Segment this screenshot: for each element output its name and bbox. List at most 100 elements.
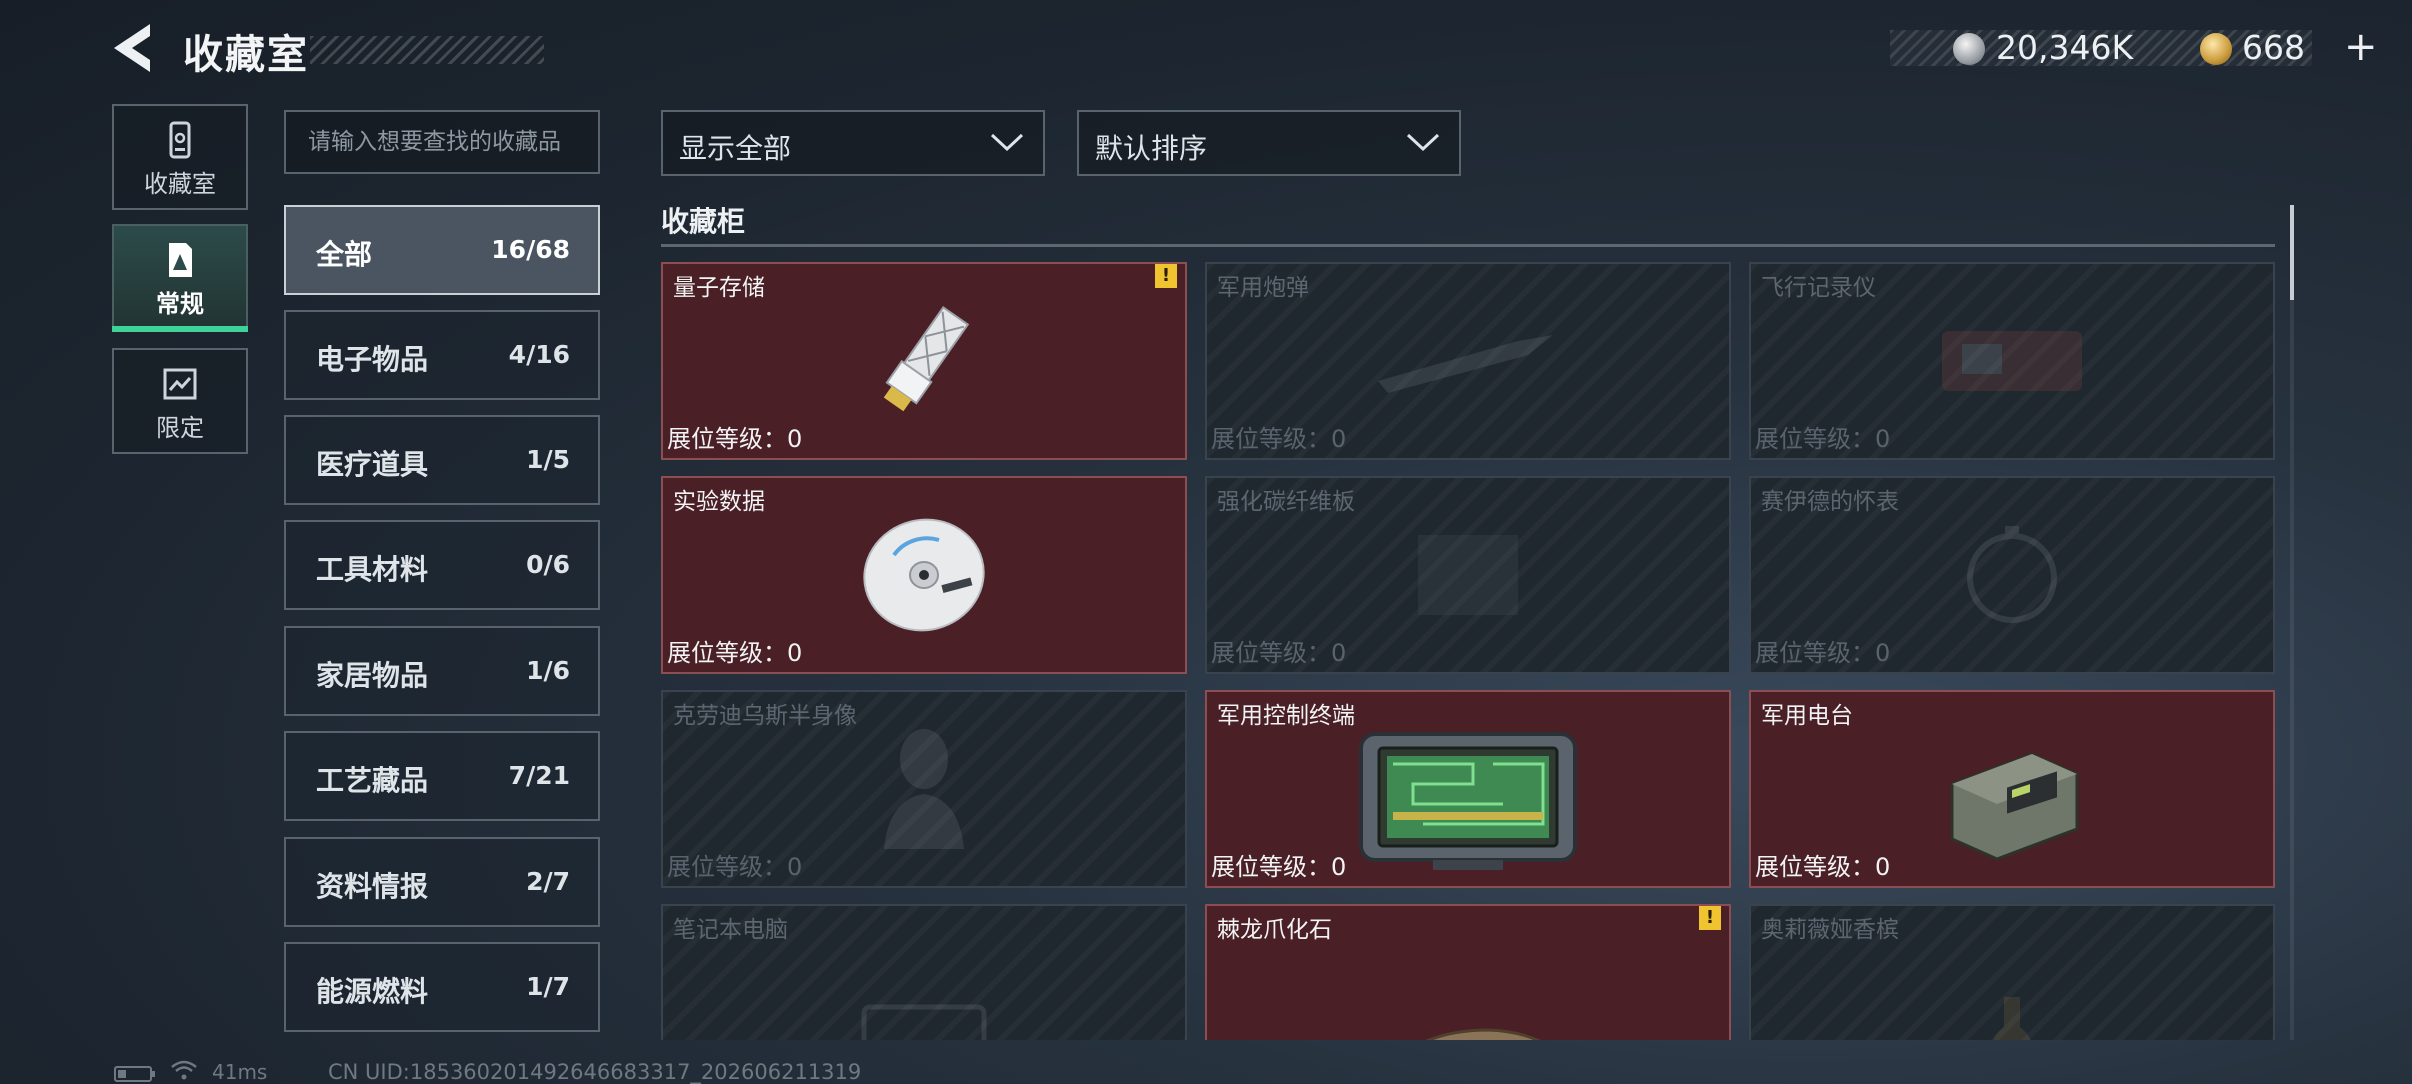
item-level: 展位等级：0 (1755, 853, 1891, 881)
trophy-cabinet-icon (169, 121, 191, 159)
title-decoration (310, 36, 544, 64)
wifi-icon (171, 1060, 197, 1080)
item-name: 棘龙爪化石 (1217, 917, 1332, 943)
item-name: 飞行记录仪 (1761, 275, 1876, 301)
category-label: 能源燃料 (316, 975, 429, 1008)
add-currency-button[interactable]: + (2344, 24, 2378, 70)
gold-coin-icon (2200, 33, 2232, 65)
item-name: 克劳迪乌斯半身像 (673, 703, 857, 729)
item-name: 赛伊德的怀表 (1761, 489, 1899, 515)
item-level: 展位等级：0 (1211, 853, 1347, 881)
category-household[interactable]: 家居物品 1/6 (284, 626, 600, 716)
item-name: 笔记本电脑 (673, 917, 788, 943)
category-label: 资料情报 (316, 870, 429, 903)
nav-tab-regular[interactable]: 常规 (112, 224, 248, 330)
regular-collection-icon (169, 243, 192, 277)
page-title: 收藏室 (183, 32, 309, 78)
item-name: 军用炮弹 (1217, 275, 1309, 301)
category-tools[interactable]: 工具材料 0/6 (284, 520, 600, 610)
category-count: 1/5 (526, 445, 570, 474)
category-count: 4/16 (508, 340, 570, 369)
filter-dropdown-value: 显示全部 (679, 132, 792, 165)
military-radio-icon (1950, 752, 2079, 861)
category-crafts[interactable]: 工艺藏品 7/21 (284, 731, 600, 821)
limited-collection-icon (163, 368, 197, 400)
nav-tab-collection-room[interactable]: 收藏室 (112, 104, 248, 210)
category-energy[interactable]: 能源燃料 1/7 (284, 942, 600, 1032)
collection-item-artillery-shell[interactable]: 军用炮弹 展位等级：0 (1205, 262, 1731, 460)
item-level: 展位等级：0 (667, 853, 803, 881)
alert-icon: ! (1155, 264, 1177, 288)
item-level: 展位等级：0 (1755, 425, 1891, 453)
collection-item-military-terminal[interactable]: 军用控制终端 展位等级：0 (1205, 690, 1731, 888)
category-label: 工具材料 (316, 553, 429, 586)
disc-icon (863, 518, 985, 632)
filter-dropdown[interactable]: 显示全部 (661, 110, 1045, 176)
item-level: 展位等级：0 (1211, 425, 1347, 453)
category-count: 7/21 (508, 761, 570, 790)
category-label: 全部 (316, 238, 373, 271)
category-intel[interactable]: 资料情报 2/7 (284, 837, 600, 927)
category-count: 1/7 (526, 972, 570, 1001)
silver-coin-icon (1953, 33, 1985, 65)
category-label: 电子物品 (316, 343, 429, 376)
collection-item-spinosaurus-claw[interactable]: 棘龙爪化石 ! (1205, 904, 1731, 1040)
gold-currency-value: 668 (2242, 28, 2305, 67)
item-level: 展位等级：0 (667, 425, 803, 453)
category-all[interactable]: 全部 16/68 (284, 205, 600, 295)
item-name: 实验数据 (673, 489, 765, 515)
carbon-plate-icon (1418, 535, 1518, 615)
flight-recorder-icon (1942, 331, 2082, 391)
scrollbar-track[interactable] (2290, 205, 2294, 1040)
laptop-icon (861, 1004, 987, 1040)
search-input[interactable] (286, 112, 598, 172)
champagne-icon (1993, 996, 2031, 1040)
active-tab-indicator (112, 326, 248, 332)
silver-currency-value: 20,346K (1996, 28, 2134, 67)
category-medical[interactable]: 医疗道具 1/5 (284, 415, 600, 505)
battery-icon (114, 1066, 155, 1082)
item-name: 奥莉薇娅香槟 (1761, 917, 1899, 943)
collection-item-claudius-bust[interactable]: 克劳迪乌斯半身像 展位等级：0 (661, 690, 1187, 888)
ping-text: 41ms (212, 1060, 268, 1084)
scrollbar-thumb[interactable] (2290, 205, 2294, 300)
collection-item-pocket-watch[interactable]: 赛伊德的怀表 展位等级：0 (1749, 476, 2275, 674)
category-label: 家居物品 (316, 659, 429, 692)
back-arrow-icon[interactable] (110, 22, 158, 74)
collection-item-military-radio[interactable]: 军用电台 展位等级：0 (1749, 690, 2275, 888)
collection-item-olivia-champagne[interactable]: 奥莉薇娅香槟 (1749, 904, 2275, 1040)
collection-item-quantum-storage[interactable]: 量子存储 ! 展位等级：0 (661, 262, 1187, 460)
nav-tab-label: 常规 (156, 290, 204, 318)
item-level: 展位等级：0 (1755, 639, 1891, 667)
item-name: 军用控制终端 (1217, 703, 1355, 729)
collection-item-flight-recorder[interactable]: 飞行记录仪 展位等级：0 (1749, 262, 2275, 460)
uid-text: CN UID:18536020149264​6683317_2026062113… (328, 1060, 862, 1084)
control-terminal-icon (1359, 731, 1577, 870)
sort-dropdown[interactable]: 默认排序 (1077, 110, 1461, 176)
category-electronics[interactable]: 电子物品 4/16 (284, 310, 600, 400)
collection-item-experiment-data[interactable]: 实验数据 展位等级：0 (661, 476, 1187, 674)
section-divider (661, 244, 2275, 247)
chevron-down-icon (1406, 133, 1440, 152)
usb-drive-icon (883, 305, 970, 412)
item-name: 军用电台 (1761, 703, 1853, 729)
item-name: 量子存储 (673, 275, 765, 301)
chevron-down-icon (990, 133, 1024, 152)
item-level: 展位等级：0 (1211, 639, 1347, 667)
nav-tab-label: 限定 (156, 414, 204, 442)
nav-tab-limited[interactable]: 限定 (112, 348, 248, 454)
artillery-shell-icon (1378, 335, 1553, 393)
search-box (284, 110, 600, 174)
category-count: 16/68 (491, 235, 570, 264)
collection-item-carbon-plate[interactable]: 强化碳纤维板 展位等级：0 (1205, 476, 1731, 674)
nav-tab-label: 收藏室 (144, 170, 216, 198)
alert-icon: ! (1699, 906, 1721, 930)
bust-statue-icon (884, 729, 964, 849)
collection-item-laptop[interactable]: 笔记本电脑 (661, 904, 1187, 1040)
claw-fossil-icon (1425, 1028, 1541, 1040)
category-count: 1/6 (526, 656, 570, 685)
sort-dropdown-value: 默认排序 (1095, 132, 1208, 165)
item-name: 强化碳纤维板 (1217, 489, 1355, 515)
category-count: 0/6 (526, 550, 570, 579)
pocket-watch-icon (1967, 526, 2057, 623)
